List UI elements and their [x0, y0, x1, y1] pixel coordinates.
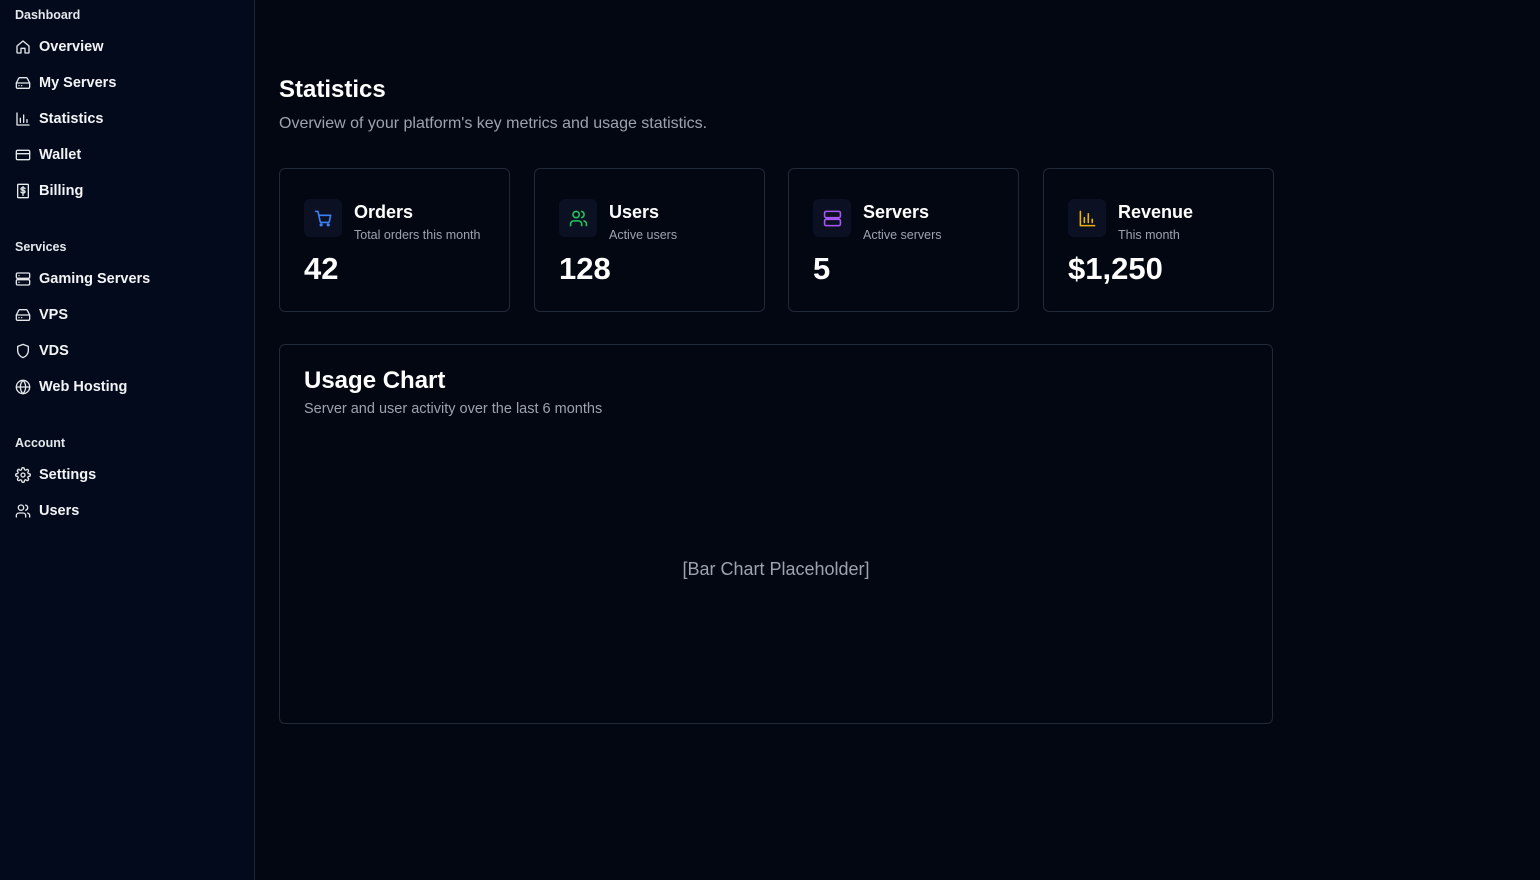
main-content: Statistics Overview of your platform's k…	[255, 0, 1540, 880]
card-value: 128	[559, 251, 611, 286]
shield-icon	[14, 343, 31, 360]
sidebar-item-label: Statistics	[39, 111, 104, 127]
sidebar-item-label: My Servers	[39, 75, 117, 91]
users-icon	[14, 503, 31, 520]
page-title: Statistics	[279, 76, 386, 103]
users-icon	[559, 199, 597, 237]
sidebar-item-label: Overview	[39, 39, 104, 55]
sidebar-item-my-servers[interactable]: My Servers	[14, 71, 116, 95]
card-title: Orders	[354, 202, 414, 222]
sidebar-item-statistics[interactable]: Statistics	[14, 107, 103, 131]
sidebar-item-users[interactable]: Users	[14, 499, 79, 523]
shopping-cart-icon	[304, 199, 342, 237]
stat-card-revenue: Revenue This month $1,250	[1043, 168, 1274, 312]
chart-placeholder: [Bar Chart Placeholder]	[682, 559, 870, 579]
sidebar-section-account: Account	[15, 436, 65, 450]
sidebar-item-label: Gaming Servers	[39, 271, 151, 287]
sidebar-section-services: Services	[15, 240, 67, 254]
sidebar-section-dashboard: Dashboard	[15, 8, 81, 22]
sidebar: Dashboard Overview My Servers Statistics…	[0, 0, 255, 880]
sidebar-item-vds[interactable]: VDS	[14, 339, 69, 363]
bar-chart-icon	[14, 111, 31, 128]
sidebar-item-vps[interactable]: VPS	[14, 303, 68, 327]
globe-icon	[14, 379, 31, 396]
sidebar-item-label: Billing	[39, 183, 84, 199]
card-subtitle: Active servers	[863, 228, 942, 242]
server-icon	[14, 271, 31, 288]
server-icon	[813, 199, 851, 237]
sidebar-item-label: Wallet	[39, 147, 82, 163]
card-subtitle: Total orders this month	[354, 228, 481, 242]
card-value: $1,250	[1068, 251, 1163, 286]
card-value: 42	[304, 251, 339, 286]
sidebar-item-settings[interactable]: Settings	[14, 463, 96, 487]
stat-card-users: Users Active users 128	[534, 168, 765, 312]
sidebar-item-label: VDS	[39, 343, 69, 359]
card-subtitle: This month	[1118, 228, 1180, 242]
gear-icon	[14, 467, 31, 484]
stat-card-servers: Servers Active servers 5	[788, 168, 1019, 312]
receipt-dollar-icon	[14, 183, 31, 200]
sidebar-item-wallet[interactable]: Wallet	[14, 143, 81, 167]
card-subtitle: Active users	[609, 228, 678, 242]
home-icon	[14, 39, 31, 56]
usage-chart-card: Usage Chart Server and user activity ove…	[279, 344, 1273, 724]
bar-chart-icon	[1068, 199, 1106, 237]
card-title: Servers	[863, 202, 930, 222]
sidebar-item-label: VPS	[39, 307, 69, 323]
hard-drive-icon	[14, 307, 31, 324]
credit-card-icon	[14, 147, 31, 164]
card-title: Revenue	[1118, 202, 1194, 222]
sidebar-item-web-hosting[interactable]: Web Hosting	[14, 375, 127, 399]
sidebar-item-overview[interactable]: Overview	[14, 35, 104, 59]
sidebar-item-label: Settings	[39, 467, 97, 483]
card-title: Users	[609, 202, 660, 222]
hard-drive-icon	[14, 75, 31, 92]
sidebar-item-billing[interactable]: Billing	[14, 179, 83, 203]
stat-card-orders: Orders Total orders this month 42	[279, 168, 510, 312]
sidebar-item-label: Web Hosting	[39, 379, 128, 395]
chart-title: Usage Chart	[304, 367, 446, 394]
sidebar-item-label: Users	[39, 503, 80, 519]
page-subtitle: Overview of your platform's key metrics …	[279, 115, 708, 132]
sidebar-item-gaming-servers[interactable]: Gaming Servers	[14, 267, 150, 291]
chart-subtitle: Server and user activity over the last 6…	[304, 401, 603, 417]
card-value: 5	[813, 251, 831, 286]
